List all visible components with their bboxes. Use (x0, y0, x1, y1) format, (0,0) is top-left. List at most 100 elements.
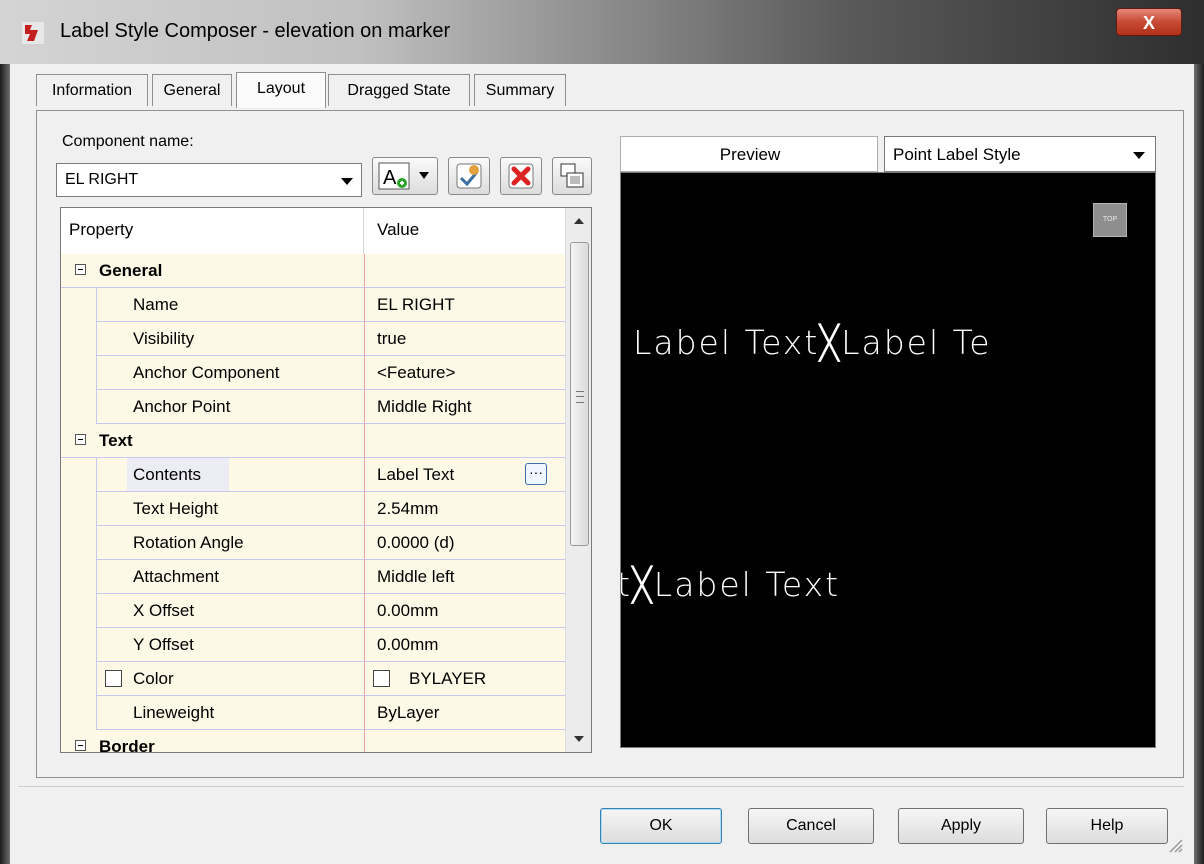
value-cell[interactable]: Middle left (364, 560, 565, 594)
ok-button[interactable]: OK (600, 808, 722, 844)
property-label: Lineweight (133, 703, 215, 722)
scrollbar-grip-icon (576, 391, 584, 403)
property-label: Text Height (133, 499, 219, 518)
property-value: BYLAYER (409, 669, 487, 688)
value-cell[interactable]: 0.0000 (d) (364, 526, 565, 560)
column-separator[interactable] (363, 208, 364, 254)
preview-label-text-top: Label Text╳Label Te (633, 323, 992, 362)
dialog-window: Label Style Composer - elevation on mark… (0, 0, 1204, 864)
property-cell: Lineweight (96, 696, 364, 730)
property-label: X Offset (133, 601, 195, 620)
property-row-name[interactable]: Name EL RIGHT (61, 288, 565, 322)
color-override-checkbox[interactable] (105, 670, 122, 687)
tab-layout[interactable]: Layout (236, 72, 326, 108)
create-text-component-button[interactable]: A (372, 157, 438, 195)
indent-cell (61, 492, 96, 526)
indent-cell (61, 458, 96, 492)
indent-cell (61, 526, 96, 560)
value-cell[interactable]: 0.00mm (364, 594, 565, 628)
copy-component-button[interactable] (448, 157, 490, 195)
delete-component-button[interactable] (500, 157, 542, 195)
category-label-text: Text (99, 431, 133, 450)
apply-button[interactable]: Apply (898, 808, 1024, 844)
viewcube-icon[interactable]: TOP (1093, 203, 1127, 237)
tab-information[interactable]: Information (36, 74, 148, 106)
property-cell: Rotation Angle (96, 526, 364, 560)
category-row-border[interactable]: Border (61, 730, 565, 752)
scrollbar-thumb[interactable] (570, 242, 589, 546)
value-cell[interactable]: 0.00mm (364, 628, 565, 662)
property-row-rotation-angle[interactable]: Rotation Angle 0.0000 (d) (61, 526, 565, 560)
indent-cell (61, 322, 96, 356)
property-row-color[interactable]: Color BYLAYER (61, 662, 565, 696)
value-cell[interactable]: true (364, 322, 565, 356)
scroll-up-arrow-icon[interactable] (574, 218, 584, 224)
preview-label: Preview (719, 145, 781, 164)
property-cell: Attachment (96, 560, 364, 594)
property-value: true (377, 329, 407, 348)
property-value: Middle left (377, 567, 455, 586)
property-row-visibility[interactable]: Visibility true (61, 322, 565, 356)
collapse-icon[interactable] (75, 434, 86, 445)
property-value: 0.00mm (377, 601, 439, 620)
tab-dragged-state[interactable]: Dragged State (328, 74, 470, 106)
property-grid-header: Property Value (61, 208, 565, 255)
chevron-down-icon (341, 178, 353, 185)
label-style-dropdown[interactable]: Point Label Style (884, 136, 1156, 172)
property-cell: Contents (96, 458, 364, 492)
value-cell[interactable]: BYLAYER (364, 662, 565, 696)
value-cell[interactable]: <Feature> (364, 356, 565, 390)
preview-viewport[interactable]: TOP Label Text╳Label Te t╳Label Text (620, 172, 1156, 748)
component-draw-order-button[interactable] (552, 157, 592, 195)
property-row-anchor-point[interactable]: Anchor Point Middle Right (61, 390, 565, 424)
property-value: ByLayer (377, 703, 440, 722)
component-name-label: Component name: (62, 133, 194, 150)
property-row-attachment[interactable]: Attachment Middle left (61, 560, 565, 594)
value-cell[interactable]: ByLayer (364, 696, 565, 730)
close-button[interactable]: X (1116, 8, 1182, 36)
property-label: Attachment (133, 567, 219, 586)
scroll-down-arrow-icon[interactable] (574, 736, 584, 742)
category-value-cell (364, 254, 565, 288)
category-value-cell (364, 730, 565, 752)
help-button[interactable]: Help (1046, 808, 1168, 844)
svg-text:A: A (383, 167, 397, 189)
property-label: Visibility (133, 329, 195, 348)
category-row-text[interactable]: Text (61, 424, 565, 458)
property-cell: Visibility (96, 322, 364, 356)
property-value: Middle Right (377, 397, 472, 416)
value-cell[interactable]: Label Text ··· (364, 458, 565, 492)
property-column-header[interactable]: Property (69, 220, 133, 240)
component-name-dropdown[interactable]: EL RIGHT (56, 163, 362, 197)
edit-contents-ellipsis-button[interactable]: ··· (525, 463, 547, 485)
property-grid-scrollbar[interactable] (565, 208, 591, 752)
property-row-x-offset[interactable]: X Offset 0.00mm (61, 594, 565, 628)
category-row-general[interactable]: General (61, 254, 565, 288)
property-label: Name (133, 295, 179, 314)
property-row-text-height[interactable]: Text Height 2.54mm (61, 492, 565, 526)
property-row-anchor-component[interactable]: Anchor Component <Feature> (61, 356, 565, 390)
collapse-icon[interactable] (75, 740, 86, 751)
property-row-lineweight[interactable]: Lineweight ByLayer (61, 696, 565, 730)
tab-general[interactable]: General (152, 74, 232, 106)
window-title: Label Style Composer - elevation on mark… (60, 20, 451, 42)
tab-summary[interactable]: Summary (474, 74, 566, 106)
title-bar[interactable]: Label Style Composer - elevation on mark… (0, 0, 1204, 64)
value-cell[interactable]: Middle Right (364, 390, 565, 424)
value-cell[interactable]: EL RIGHT (364, 288, 565, 322)
collapse-icon[interactable] (75, 264, 86, 275)
resize-grip-icon[interactable] (1166, 836, 1184, 854)
indent-cell (61, 560, 96, 594)
add-text-component-icon: A (378, 162, 429, 190)
value-cell[interactable]: 2.54mm (364, 492, 565, 526)
property-cell: Anchor Component (96, 356, 364, 390)
indent-cell (61, 356, 96, 390)
window-right-border (1194, 64, 1204, 864)
property-label: Anchor Component (133, 363, 280, 382)
value-column-header[interactable]: Value (377, 220, 419, 240)
cancel-button[interactable]: Cancel (748, 808, 874, 844)
property-row-contents[interactable]: Contents Label Text ··· (61, 458, 565, 492)
property-row-y-offset[interactable]: Y Offset 0.00mm (61, 628, 565, 662)
property-value: EL RIGHT (377, 295, 455, 314)
preview-header: Preview (620, 136, 878, 172)
